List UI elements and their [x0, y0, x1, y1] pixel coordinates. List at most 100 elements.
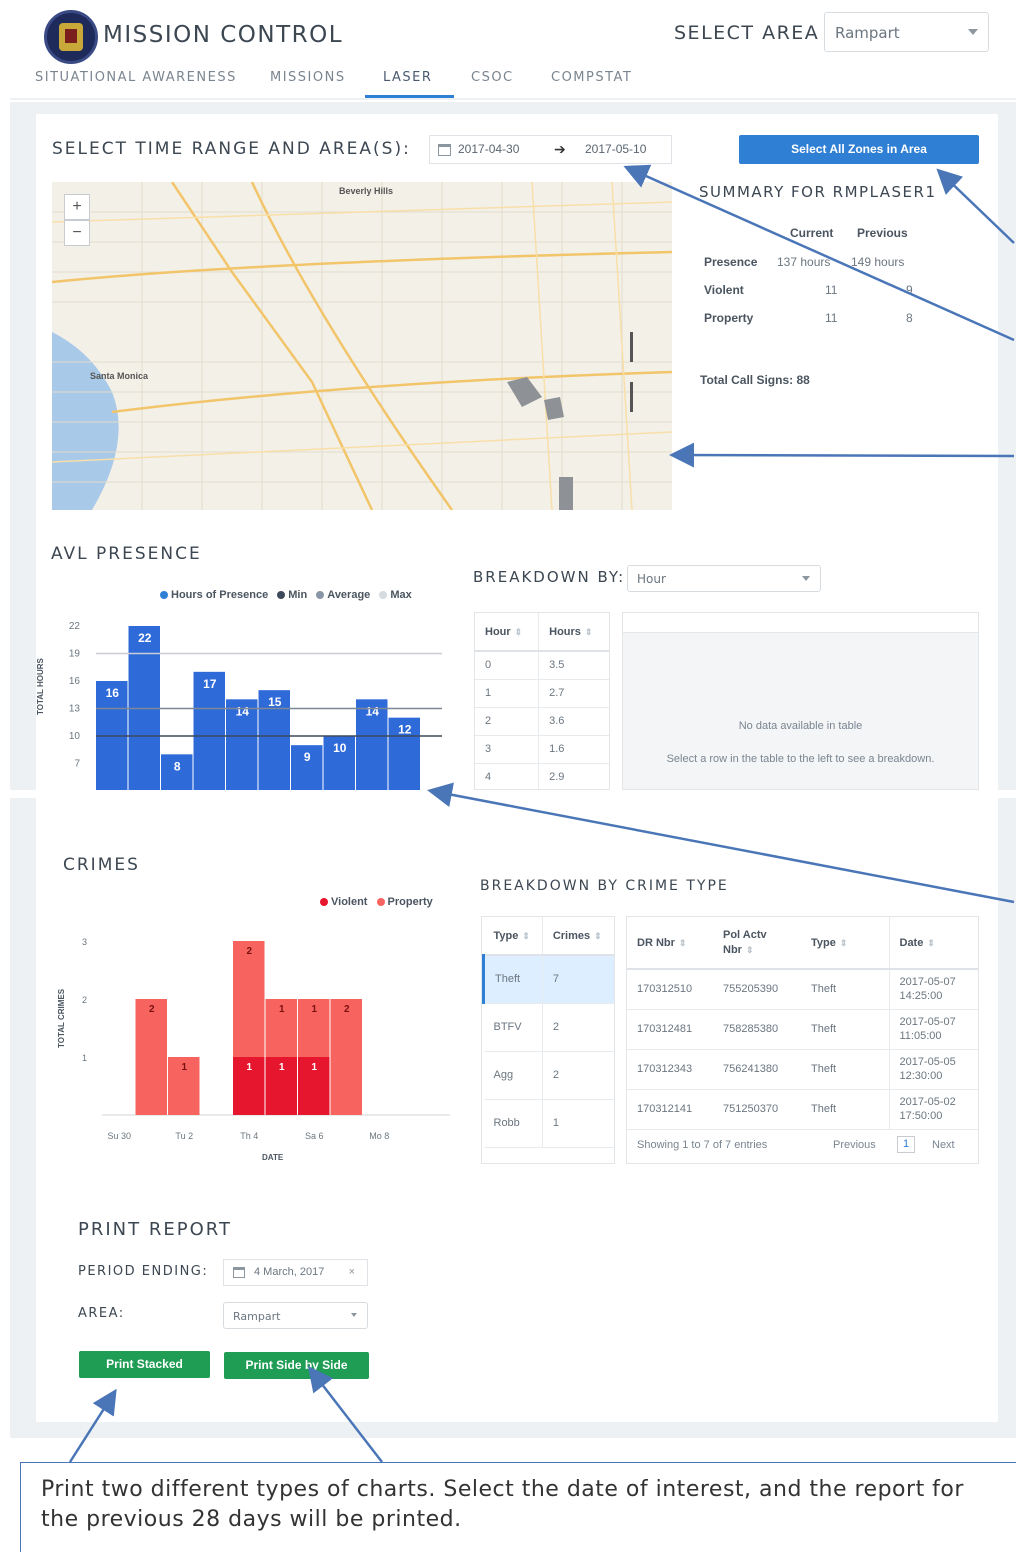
- col-dr-nbr[interactable]: DR Nbr ⇕: [627, 917, 713, 970]
- crimes-xlabel: DATE: [262, 1153, 284, 1162]
- table-row[interactable]: Agg 2: [483, 1051, 614, 1100]
- y-tick-label: 2: [82, 995, 87, 1005]
- lapd-badge-logo: [44, 10, 98, 64]
- col-pol-actv-nbr[interactable]: Pol Actv Nbr ⇕: [713, 917, 801, 970]
- bar-property: [233, 941, 265, 1057]
- pagination-page-1[interactable]: 1: [897, 1136, 915, 1153]
- table-row[interactable]: 170312481 758285380 Theft 2017-05-07 11:05:0…: [627, 1009, 978, 1050]
- pagination-next[interactable]: Next: [932, 1139, 955, 1151]
- bar-value-label: 9: [304, 750, 311, 764]
- bar-value-label: 10: [333, 741, 347, 755]
- pagination-previous[interactable]: Previous: [833, 1139, 876, 1151]
- period-ending-datepicker[interactable]: 4 March, 2017 ×: [223, 1259, 368, 1286]
- tab-compstat[interactable]: COMPSTAT: [551, 70, 632, 95]
- period-ending-label: PERIOD ENDING:: [78, 1264, 209, 1279]
- table-row-selected[interactable]: Theft 7: [482, 955, 614, 1004]
- crime-detail-table-wrap: DR Nbr ⇕ Pol Actv Nbr ⇕ Type ⇕ Date ⇕ 170312…: [626, 916, 979, 1164]
- legend-dot-property: [376, 898, 385, 907]
- sort-icon: ⇕: [745, 944, 754, 955]
- legend-average: Average: [327, 589, 371, 601]
- app-title: MISSION CONTROL: [103, 22, 344, 48]
- table-row[interactable]: 170312141 751250370 Theft 2017-05-02 17:50:0…: [627, 1089, 978, 1130]
- x-tick-label: Mo 8: [369, 1131, 389, 1141]
- avl-legend: Hours of Presence Min Average Max: [160, 589, 412, 601]
- chevron-down-icon: [802, 575, 810, 581]
- table-row[interactable]: 170312510 755205390 Theft 2017-05-07 14:25:0…: [627, 969, 978, 1010]
- col-crimes[interactable]: Crimes ⇕: [541, 917, 614, 956]
- print-area-label: AREA:: [78, 1306, 125, 1321]
- tab-laser[interactable]: LASER: [365, 70, 455, 98]
- crime-type-table: Type ⇕ Crimes ⇕ Theft 7 BTFV 2 Agg 2 Robb 1: [482, 917, 614, 1148]
- print-area-select[interactable]: Rampart: [223, 1302, 368, 1329]
- y-tick-label: 3: [82, 937, 87, 947]
- clear-date-icon[interactable]: ×: [349, 1260, 355, 1285]
- arrow-right-icon: ➔: [554, 141, 566, 157]
- x-tick-label: Su 30: [107, 1131, 131, 1141]
- table-row[interactable]: 170312343 756241380 Theft 2017-05-05 12:30:0…: [627, 1049, 978, 1090]
- y-tick-label: 16: [69, 676, 81, 687]
- bar-value-label: 1: [246, 1062, 252, 1073]
- y-tick-label: 22: [69, 621, 81, 632]
- date-range-picker[interactable]: 2017-04-30 ➔ 2017-05-10: [429, 135, 672, 164]
- summary-violent-previous: 9: [906, 283, 913, 297]
- time-range-title: SELECT TIME RANGE AND AREA(S):: [52, 139, 411, 159]
- hour-table-wrap: Hour ⇕ Hours ⇕ 0 3.5 1 2.7 2 3.6 3 1.6 4 2.9: [474, 612, 610, 790]
- legend-presence: Hours of Presence: [171, 589, 269, 601]
- legend-min: Min: [288, 589, 308, 601]
- legend-dot-average: [316, 591, 325, 600]
- legend-property: Property: [387, 896, 433, 908]
- summary-presence-label: Presence: [704, 255, 758, 269]
- x-tick-label: Tu 2: [175, 1131, 193, 1141]
- sort-icon: ⇕: [584, 626, 593, 637]
- col-date[interactable]: Date ⇕: [888, 917, 978, 970]
- col-hour[interactable]: Hour ⇕: [475, 613, 539, 652]
- x-tick-label: Th 4: [240, 1131, 258, 1141]
- tab-missions[interactable]: MISSIONS: [270, 70, 346, 95]
- table-row[interactable]: BTFV 2: [483, 1003, 614, 1052]
- avl-presence-chart: 7 10 13 16 19 22 16 22 8 17 14 15 9 10 14 12: [69, 621, 442, 790]
- sort-icon: ⇕: [839, 937, 848, 948]
- legend-dot-min: [277, 591, 286, 600]
- summary-property-current: 11: [825, 311, 838, 325]
- sort-icon: ⇕: [678, 937, 687, 948]
- y-tick-label: 19: [69, 649, 81, 660]
- bar-value-label: 1: [181, 1062, 187, 1073]
- table-row[interactable]: Robb 1: [483, 1099, 614, 1148]
- table-row[interactable]: 3 1.6: [475, 735, 609, 764]
- print-area-value: Rampart: [233, 1310, 281, 1323]
- bar-property: [135, 999, 167, 1115]
- table-row[interactable]: 4 2.9: [475, 763, 609, 789]
- area-map[interactable]: Beverly Hills Santa Monica + −: [52, 182, 672, 510]
- tab-csoc[interactable]: CSOC: [471, 70, 514, 95]
- area-select[interactable]: Rampart: [824, 12, 989, 52]
- zoom-out-button[interactable]: −: [64, 220, 90, 246]
- zoom-in-button[interactable]: +: [64, 194, 90, 220]
- legend-dot-violent: [320, 898, 328, 907]
- bar-value-label: 12: [398, 723, 412, 737]
- table-row[interactable]: 2 3.6: [475, 707, 609, 736]
- table-row[interactable]: 0 3.5: [475, 651, 609, 680]
- tab-situational-awareness[interactable]: SITUATIONAL AWARENESS: [35, 70, 237, 95]
- sort-icon: ⇕: [522, 930, 530, 941]
- print-side-by-side-button[interactable]: Print Side by Side: [224, 1352, 369, 1379]
- summary-violent-label: Violent: [704, 283, 744, 297]
- col-hours[interactable]: Hours ⇕: [538, 613, 609, 652]
- bar-value-label: 8: [174, 759, 181, 773]
- end-date: 2017-05-10: [585, 142, 647, 156]
- sort-icon: ⇕: [594, 930, 602, 941]
- table-row[interactable]: 1 2.7: [475, 679, 609, 708]
- col-type[interactable]: Type ⇕: [801, 917, 889, 970]
- col-type[interactable]: Type ⇕: [483, 917, 543, 956]
- crimes-title: CRIMES: [63, 855, 140, 875]
- y-tick-label: 1: [82, 1053, 87, 1063]
- breakdown-hint: Select a row in the table to the left to…: [666, 753, 935, 765]
- chevron-down-icon: [351, 1312, 357, 1317]
- y-tick-label: 7: [74, 759, 80, 770]
- ocean-area: [52, 332, 119, 510]
- select-all-zones-button[interactable]: Select All Zones in Area: [739, 135, 979, 164]
- breakdown-select[interactable]: Hour: [627, 565, 821, 592]
- summary-property-previous: 8: [906, 311, 913, 325]
- area-select-value: Rampart: [835, 24, 900, 42]
- total-call-signs: Total Call Signs: 88: [700, 373, 810, 387]
- print-stacked-button[interactable]: Print Stacked: [79, 1351, 210, 1378]
